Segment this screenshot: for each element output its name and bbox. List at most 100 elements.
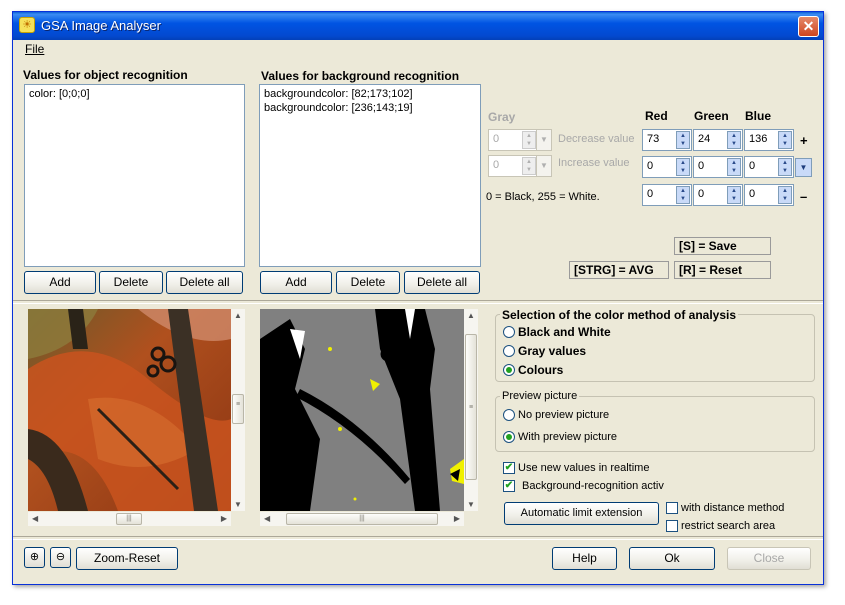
realtime-label[interactable]: Use new values in realtime: [518, 462, 649, 474]
spin-arrows-icon[interactable]: ▲ ▼: [727, 131, 741, 149]
background-delete-all-button[interactable]: Delete all: [404, 271, 480, 294]
gray-hint: 0 = Black, 255 = White.: [486, 191, 600, 203]
radio-gray-values[interactable]: [503, 345, 515, 357]
object-panel-label: Values for object recognition: [23, 68, 188, 82]
spin-arrows-icon[interactable]: ▲ ▼: [727, 158, 741, 176]
preview-group: [495, 396, 815, 452]
app-window: ☀ GSA Image Analyser ✕ File Values for o…: [12, 11, 824, 585]
blue-increase-stepper[interactable]: 0 ▲ ▼: [744, 156, 794, 178]
increase-label: Increase value: [558, 157, 630, 169]
radio-with-preview-label[interactable]: With preview picture: [518, 431, 617, 443]
zoom-in-icon[interactable]: ⊕: [24, 547, 45, 568]
original-image[interactable]: [28, 309, 231, 511]
restrict-checkbox[interactable]: [666, 520, 678, 532]
list-item[interactable]: backgroundcolor: [236;143;19]: [264, 101, 476, 115]
list-item[interactable]: color: [0;0;0]: [29, 87, 240, 101]
original-image-picture: [28, 309, 231, 511]
scroll-thumb[interactable]: ≡: [232, 394, 244, 424]
zoom-reset-button[interactable]: Zoom-Reset: [76, 547, 178, 570]
distance-checkbox[interactable]: [666, 502, 678, 514]
red-increase-stepper[interactable]: 0 ▲ ▼: [642, 156, 692, 178]
blue-label: Blue: [745, 109, 772, 123]
section-divider: [13, 300, 823, 304]
radio-colours[interactable]: [503, 364, 515, 376]
radio-no-preview[interactable]: [503, 409, 515, 421]
object-values-list[interactable]: color: [0;0;0]: [24, 84, 245, 267]
reset-shortcut-box: [R] = Reset: [674, 261, 771, 279]
gray-increase-value: 0: [493, 159, 500, 171]
radio-black-and-white[interactable]: [503, 326, 515, 338]
zoom-out-icon[interactable]: ⊖: [50, 547, 71, 568]
analysed-horizontal-scrollbar[interactable]: ◀ ||| ▶: [260, 512, 464, 526]
blue-decrease-stepper[interactable]: 136 ▲ ▼: [744, 129, 794, 151]
gray-label: Gray: [488, 110, 516, 124]
spin-arrows-icon[interactable]: ▲ ▼: [778, 131, 792, 149]
blue-range-stepper[interactable]: 0 ▲ ▼: [744, 184, 794, 206]
object-delete-button[interactable]: Delete: [99, 271, 163, 294]
restrict-label[interactable]: restrict search area: [681, 520, 775, 532]
help-button[interactable]: Help: [552, 547, 617, 570]
blue-decrease-value[interactable]: 136: [749, 133, 767, 145]
blue-range-value[interactable]: 0: [749, 188, 755, 200]
background-label[interactable]: Background-recognition activ: [522, 480, 664, 492]
red-increase-value[interactable]: 0: [647, 160, 653, 172]
spin-arrows-icon[interactable]: ▲ ▼: [676, 158, 690, 176]
close-window-button[interactable]: ✕: [798, 16, 819, 37]
gray-decrease-dropdown-icon: ▼: [536, 129, 552, 151]
spin-arrows-icon[interactable]: ▲ ▼: [676, 186, 690, 204]
chevron-down-icon[interactable]: ▼: [795, 158, 812, 177]
radio-colours-label[interactable]: Colours: [518, 363, 563, 377]
auto-limit-button[interactable]: Automatic limit extension: [504, 502, 659, 525]
radio-gray-values-label[interactable]: Gray values: [518, 344, 586, 358]
radio-black-and-white-label[interactable]: Black and White: [518, 325, 611, 339]
object-delete-all-button[interactable]: Delete all: [166, 271, 243, 294]
object-add-button[interactable]: Add: [24, 271, 96, 294]
realtime-checkbox[interactable]: ✔: [503, 462, 515, 474]
background-panel-label: Values for background recognition: [261, 69, 460, 83]
scroll-thumb[interactable]: |||: [116, 513, 142, 525]
analysed-image[interactable]: [260, 309, 464, 511]
ok-button[interactable]: Ok: [629, 547, 715, 570]
green-increase-value[interactable]: 0: [698, 160, 704, 172]
green-decrease-value[interactable]: 24: [698, 133, 710, 145]
menu-file[interactable]: File: [25, 42, 44, 56]
red-range-value[interactable]: 0: [647, 188, 653, 200]
spin-arrows-icon[interactable]: ▲ ▼: [727, 186, 741, 204]
green-decrease-stepper[interactable]: 24 ▲ ▼: [693, 129, 743, 151]
background-checkbox[interactable]: ✔: [503, 480, 515, 492]
gray-decrease-value: 0: [493, 133, 500, 145]
save-shortcut-box: [S] = Save: [674, 237, 771, 255]
original-vertical-scrollbar[interactable]: ▲ ≡ ▼: [231, 309, 245, 511]
background-values-list[interactable]: backgroundcolor: [82;173;102] background…: [259, 84, 481, 267]
background-delete-button[interactable]: Delete: [336, 271, 400, 294]
red-range-stepper[interactable]: 0 ▲ ▼: [642, 184, 692, 206]
footer-divider: [13, 536, 823, 540]
analysed-vertical-scrollbar[interactable]: ▲ ≡ ▼: [464, 309, 478, 511]
scroll-thumb[interactable]: ≡: [465, 334, 477, 480]
gray-increase-dropdown-icon: ▼: [536, 155, 552, 177]
distance-label[interactable]: with distance method: [681, 502, 784, 514]
spin-arrows-icon[interactable]: ▲ ▼: [778, 158, 792, 176]
red-decrease-stepper[interactable]: 73 ▲ ▼: [642, 129, 692, 151]
menu-bar: File: [13, 40, 823, 58]
green-increase-stepper[interactable]: 0 ▲ ▼: [693, 156, 743, 178]
green-range-stepper[interactable]: 0 ▲ ▼: [693, 184, 743, 206]
radio-no-preview-label[interactable]: No preview picture: [518, 409, 609, 421]
original-horizontal-scrollbar[interactable]: ◀ ||| ▶: [28, 512, 231, 526]
plus-sign: +: [800, 133, 808, 148]
spin-arrows-icon[interactable]: ▲ ▼: [778, 186, 792, 204]
spin-arrows-icon: ▲ ▼: [522, 131, 536, 149]
background-add-button[interactable]: Add: [260, 271, 332, 294]
spin-arrows-icon[interactable]: ▲ ▼: [676, 131, 690, 149]
decrease-label: Decrease value: [558, 133, 635, 145]
scroll-thumb[interactable]: |||: [286, 513, 438, 525]
blue-increase-value[interactable]: 0: [749, 160, 755, 172]
preview-title: Preview picture: [500, 390, 580, 402]
green-range-value[interactable]: 0: [698, 188, 704, 200]
title-bar: ☀ GSA Image Analyser ✕: [13, 12, 823, 40]
radio-with-preview[interactable]: [503, 431, 515, 443]
red-decrease-value[interactable]: 73: [647, 133, 659, 145]
list-item[interactable]: backgroundcolor: [82;173;102]: [264, 87, 476, 101]
minus-sign: –: [800, 189, 808, 204]
gray-increase-stepper: 0 ▲ ▼: [488, 155, 538, 177]
